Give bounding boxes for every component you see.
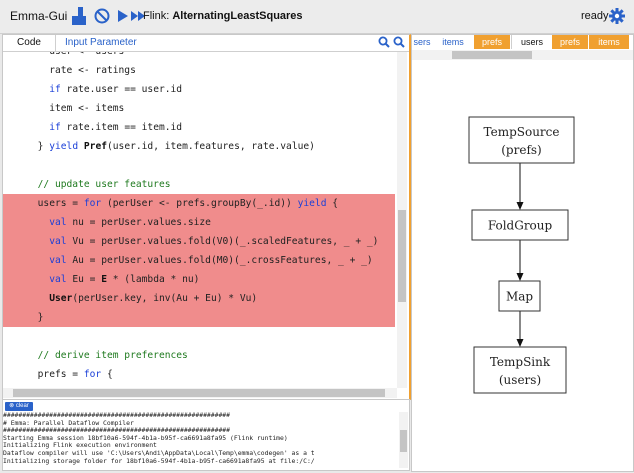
code-line: } — [3, 308, 395, 327]
code-line: val nu = perUser.values.size — [3, 213, 395, 232]
graph-edge — [516, 311, 524, 347]
code-line: if rate.item == item.id — [49, 122, 183, 133]
dataflow-tab-sers[interactable]: sers — [412, 35, 432, 49]
status-text: ready — [581, 10, 609, 22]
dataflow-tab-items[interactable]: items — [589, 35, 629, 49]
tab-input-parameter[interactable]: Input Parameter — [65, 35, 137, 51]
dataflow-tab-items[interactable]: items — [433, 35, 473, 49]
gear-icon[interactable] — [609, 8, 625, 24]
code-line: val Eu = E * (lambda * nu) — [3, 270, 395, 289]
code-line: User(perUser.key, inv(Au + Eu) * Vu) — [3, 289, 395, 308]
zoom-in-icon[interactable] — [378, 36, 390, 49]
code-line: item <- items — [49, 103, 125, 114]
scroll-thumb[interactable] — [400, 430, 407, 452]
emma-logo-icon[interactable] — [72, 7, 86, 25]
code-line: val Au = perUser.values.fold(M0)(_.cross… — [3, 251, 395, 270]
console-scrollbar[interactable] — [399, 412, 408, 468]
graph-node-label: (users) — [499, 373, 541, 387]
stop-icon[interactable] — [94, 7, 110, 25]
toolbar: Emma-Gui Flink: AlternatingLeastSquares … — [0, 0, 634, 34]
job-name: AlternatingLeastSquares — [172, 10, 303, 22]
code-line: } yield Pref(user.id, item.features, rat… — [37, 141, 315, 152]
code-panel: Code Input Parameter user <- users rate … — [2, 34, 411, 400]
code-horizontal-scrollbar[interactable] — [3, 388, 397, 398]
play-icon[interactable] — [117, 7, 129, 25]
graph-node-label: (prefs) — [501, 143, 541, 157]
dataflow-graph: TempSource (prefs) FoldGroup Map TempSink (us… — [468, 116, 575, 394]
graph-node-label: TempSink — [490, 355, 551, 369]
graph-node-label: Map — [506, 290, 533, 304]
clear-button[interactable]: ⊗ clear — [5, 402, 33, 411]
dataflow-tab-prefs[interactable]: prefs — [552, 35, 588, 49]
graph-node-label: FoldGroup — [488, 219, 553, 233]
console-log: ########################################… — [3, 412, 399, 468]
graph-edge — [516, 163, 524, 210]
scroll-thumb[interactable] — [452, 51, 532, 59]
graph-node-map[interactable]: Map — [498, 280, 541, 312]
graph-node-label: TempSource — [484, 125, 560, 139]
dataflow-tab-users[interactable]: users — [511, 35, 553, 49]
dataflow-horizontal-scrollbar[interactable] — [412, 50, 633, 60]
graph-node-fold-group[interactable]: FoldGroup — [471, 209, 569, 241]
tab-code[interactable]: Code — [3, 35, 56, 51]
console-line: Initializing storage folder for 18bf10a6… — [3, 456, 315, 465]
code-line: users = for (perUser <- prefs.groupBy(_.… — [3, 194, 395, 213]
app-title: Emma-Gui — [10, 9, 68, 23]
graph-node-temp-source[interactable]: TempSource (prefs) — [468, 116, 575, 164]
code-line: user <- users — [3, 52, 395, 61]
job-title: Flink: AlternatingLeastSquares — [143, 10, 303, 22]
code-line: val Vu = perUser.values.fold(V0)(_.scale… — [3, 232, 395, 251]
console-panel: ⊗ clear ################################… — [2, 399, 410, 471]
dataflow-panel: sers items prefs users prefs items TempSource… — [411, 34, 634, 472]
graph-edge — [516, 240, 524, 281]
dataflow-tabs: sers items prefs users prefs items — [412, 35, 633, 49]
graph-node-temp-sink[interactable]: TempSink (users) — [473, 346, 567, 394]
dataflow-tab-prefs[interactable]: prefs — [474, 35, 510, 49]
code-line: // derive item preferences — [37, 350, 188, 361]
code-panel-tabs: Code Input Parameter — [3, 35, 409, 52]
code-editor[interactable]: user <- users rate <- ratings if rate.us… — [3, 52, 395, 388]
code-line: prefs = for { — [37, 369, 113, 380]
code-line: // update user features — [37, 179, 171, 190]
scroll-thumb[interactable] — [398, 210, 406, 302]
zoom-out-icon[interactable] — [393, 36, 405, 49]
code-line: if rate.user == user.id — [49, 84, 183, 95]
code-line: rate <- ratings — [49, 65, 136, 76]
code-vertical-scrollbar[interactable] — [397, 52, 407, 388]
scroll-thumb[interactable] — [13, 389, 385, 397]
